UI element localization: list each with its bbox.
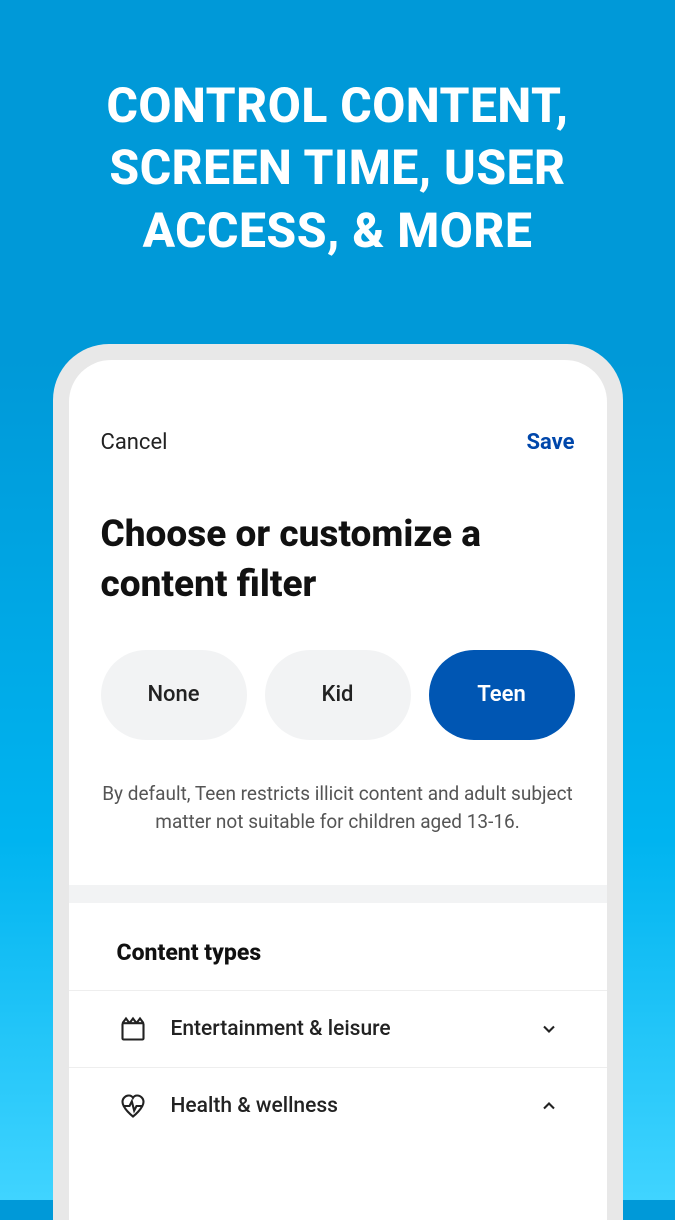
filter-row: None Kid Teen bbox=[69, 610, 607, 740]
section-divider bbox=[69, 885, 607, 903]
content-type-label: Entertainment & leisure bbox=[171, 1017, 539, 1041]
promo-heading: CONTROL CONTENT, SCREEN TIME, USER ACCES… bbox=[0, 0, 675, 262]
save-button[interactable]: Save bbox=[526, 430, 574, 455]
heartbeat-icon bbox=[117, 1090, 149, 1122]
filter-description: By default, Teen restricts illicit conte… bbox=[69, 740, 607, 885]
screen-header: Cancel Save bbox=[69, 360, 607, 455]
content-types-heading: Content types bbox=[69, 903, 607, 990]
filter-option-none[interactable]: None bbox=[101, 650, 247, 740]
cancel-button[interactable]: Cancel bbox=[101, 430, 168, 455]
clapperboard-icon bbox=[117, 1013, 149, 1045]
page-title: Choose or customize a content filter bbox=[69, 455, 607, 610]
phone-frame: Cancel Save Choose or customize a conten… bbox=[53, 344, 623, 1220]
filter-option-kid[interactable]: Kid bbox=[265, 650, 411, 740]
content-type-label: Health & wellness bbox=[171, 1094, 539, 1118]
content-type-health[interactable]: Health & wellness bbox=[69, 1067, 607, 1144]
chevron-up-icon bbox=[539, 1096, 559, 1116]
phone-screen: Cancel Save Choose or customize a conten… bbox=[69, 360, 607, 1220]
content-type-entertainment[interactable]: Entertainment & leisure bbox=[69, 990, 607, 1067]
filter-option-teen[interactable]: Teen bbox=[429, 650, 575, 740]
chevron-down-icon bbox=[539, 1019, 559, 1039]
